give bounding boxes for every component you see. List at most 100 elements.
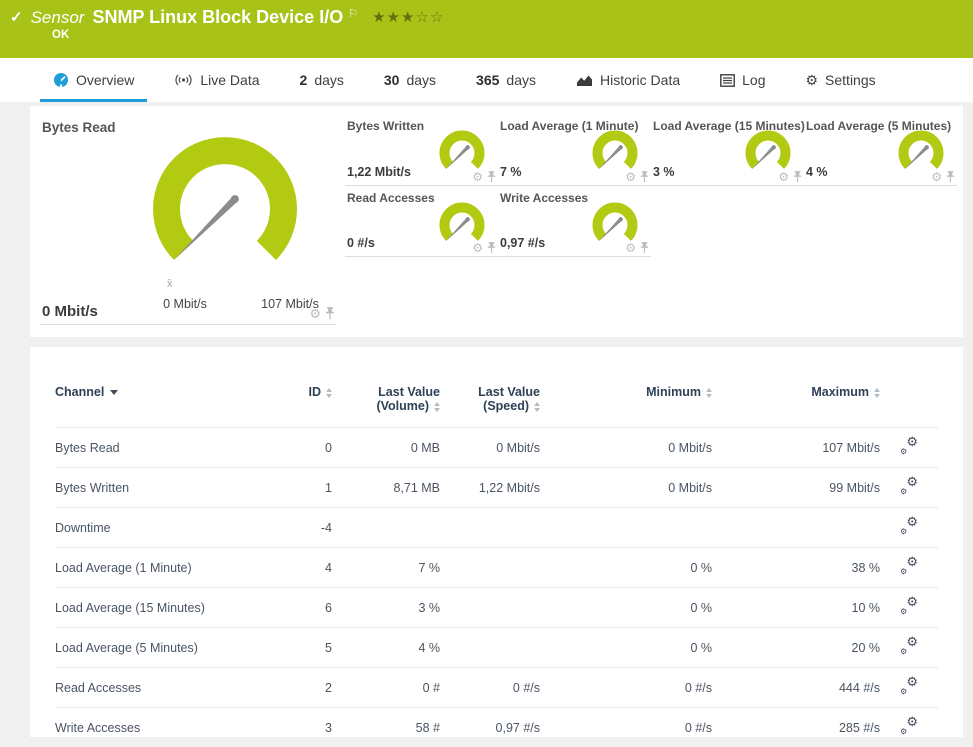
sort-icon bbox=[874, 388, 880, 398]
gauge-tile-load-average-1min[interactable]: Load Average (1 Minute) 7 % ⚙ bbox=[498, 114, 651, 186]
header-last-value-volume[interactable]: Last Value (Volume) bbox=[332, 377, 440, 428]
tile-gear-icon[interactable]: ⚙ bbox=[309, 307, 321, 320]
tile-gear-icon[interactable]: ⚙ bbox=[472, 171, 483, 183]
tab-2-days[interactable]: 2 days bbox=[287, 58, 357, 102]
cell-volume: 3 % bbox=[332, 588, 440, 628]
tile-pin-icon[interactable] bbox=[793, 171, 802, 183]
flag-icon[interactable]: ⚐ bbox=[348, 7, 358, 20]
cell-min: 0 % bbox=[540, 548, 712, 588]
priority-stars[interactable]: ★★★☆☆ bbox=[372, 8, 444, 26]
gauge-title: Load Average (15 Minutes) bbox=[653, 119, 805, 133]
tile-pin-icon[interactable] bbox=[640, 171, 649, 183]
cell-max: 285 #/s bbox=[712, 708, 880, 747]
table-row: Bytes Read 0 0 MB 0 Mbit/s 0 Mbit/s 107 … bbox=[55, 428, 938, 468]
cell-channel: Load Average (15 Minutes) bbox=[55, 588, 260, 628]
cell-channel: Downtime bbox=[55, 508, 260, 548]
cell-id: 1 bbox=[260, 468, 332, 508]
cell-speed bbox=[440, 588, 540, 628]
gauge-current-value: 0 Mbit/s bbox=[42, 303, 98, 320]
channel-settings-icon[interactable]: ⚙⚙ bbox=[900, 598, 918, 614]
tile-gear-icon[interactable]: ⚙ bbox=[931, 171, 942, 183]
channel-settings-icon[interactable]: ⚙⚙ bbox=[900, 558, 918, 574]
gauge-tile-read-accesses[interactable]: Read Accesses 0 #/s ⚙ bbox=[345, 186, 498, 257]
header-label: ID bbox=[309, 385, 322, 399]
cell-id: -4 bbox=[260, 508, 332, 548]
cell-id: 5 bbox=[260, 628, 332, 668]
cell-max: 38 % bbox=[712, 548, 880, 588]
tile-pin-icon[interactable] bbox=[946, 171, 955, 183]
sort-icon bbox=[434, 402, 440, 412]
cell-speed: 1,22 Mbit/s bbox=[440, 468, 540, 508]
channel-settings-icon[interactable]: ⚙⚙ bbox=[900, 638, 918, 654]
cell-speed: 0,97 #/s bbox=[440, 708, 540, 747]
small-gauge bbox=[583, 128, 647, 174]
gauge-current-value: 4 % bbox=[806, 165, 828, 179]
cell-speed bbox=[440, 628, 540, 668]
tab-label: days bbox=[406, 72, 436, 88]
gauge-title: Write Accesses bbox=[500, 191, 588, 205]
channel-settings-icon[interactable]: ⚙⚙ bbox=[900, 718, 918, 734]
tab-log[interactable]: Log bbox=[707, 58, 778, 102]
cell-min: 0 % bbox=[540, 588, 712, 628]
tab-365-days[interactable]: 365 days bbox=[463, 58, 549, 102]
cell-volume: 58 # bbox=[332, 708, 440, 747]
header-maximum[interactable]: Maximum bbox=[712, 377, 880, 428]
bytes-read-gauge: x̄ bbox=[125, 119, 325, 304]
cell-id: 6 bbox=[260, 588, 332, 628]
cell-channel: Write Accesses bbox=[55, 708, 260, 747]
cell-channel: Bytes Written bbox=[55, 468, 260, 508]
tab-overview[interactable]: Overview bbox=[40, 58, 147, 102]
channel-settings-icon[interactable]: ⚙⚙ bbox=[900, 478, 918, 494]
sensor-type-label: Sensor bbox=[31, 8, 85, 28]
channel-settings-icon[interactable]: ⚙⚙ bbox=[900, 518, 918, 534]
cell-speed bbox=[440, 508, 540, 548]
gauge-title: Read Accesses bbox=[347, 191, 435, 205]
header-minimum[interactable]: Minimum bbox=[540, 377, 712, 428]
gauge-scale-min: 0 Mbit/s bbox=[135, 297, 235, 311]
tile-gear-icon[interactable]: ⚙ bbox=[778, 171, 789, 183]
area-chart-icon bbox=[576, 74, 593, 87]
tab-live-data[interactable]: Live Data bbox=[161, 58, 272, 102]
gauge-title: Bytes Read bbox=[42, 120, 116, 135]
tab-settings[interactable]: ⚙ Settings bbox=[792, 58, 888, 102]
cell-min bbox=[540, 508, 712, 548]
channel-settings-icon[interactable]: ⚙⚙ bbox=[900, 438, 918, 454]
cell-volume bbox=[332, 508, 440, 548]
gauge-tile-write-accesses[interactable]: Write Accesses 0,97 #/s ⚙ bbox=[498, 186, 651, 257]
tile-pin-icon[interactable] bbox=[325, 307, 335, 320]
gauge-tile-load-average-5min[interactable]: Load Average (5 Minutes) 4 % ⚙ bbox=[804, 114, 957, 186]
sensor-status-bar: ✓ Sensor SNMP Linux Block Device I/O ⚐ ★… bbox=[0, 0, 973, 58]
gauge-tile-bytes-written[interactable]: Bytes Written 1,22 Mbit/s ⚙ bbox=[345, 114, 498, 186]
tile-gear-icon[interactable]: ⚙ bbox=[625, 171, 636, 183]
cell-id: 2 bbox=[260, 668, 332, 708]
tile-pin-icon[interactable] bbox=[487, 171, 496, 183]
tab-30-days[interactable]: 30 days bbox=[371, 58, 449, 102]
cell-id: 4 bbox=[260, 548, 332, 588]
cell-max: 444 #/s bbox=[712, 668, 880, 708]
header-actions bbox=[880, 377, 938, 428]
gauge-title: Load Average (5 Minutes) bbox=[806, 119, 951, 133]
gauge-tile-bytes-read[interactable]: Bytes Read x̄ 0 Mbit/s 107 Mbit/s 0 Mbit… bbox=[40, 114, 336, 325]
ok-check-icon: ✓ bbox=[10, 8, 23, 26]
broadcast-icon bbox=[174, 73, 193, 87]
gauge-current-value: 1,22 Mbit/s bbox=[347, 165, 411, 179]
channel-settings-icon[interactable]: ⚙⚙ bbox=[900, 678, 918, 694]
small-gauge bbox=[736, 128, 800, 174]
tile-pin-icon[interactable] bbox=[640, 242, 649, 254]
gauge-current-value: 0 #/s bbox=[347, 236, 375, 250]
header-label: Last Value bbox=[440, 385, 540, 399]
tab-label: days bbox=[314, 72, 344, 88]
header-channel[interactable]: Channel bbox=[55, 377, 260, 428]
header-id[interactable]: ID bbox=[260, 377, 332, 428]
header-label: (Volume) bbox=[376, 399, 429, 413]
tab-historic-data[interactable]: Historic Data bbox=[563, 58, 693, 102]
cell-channel: Load Average (5 Minutes) bbox=[55, 628, 260, 668]
tile-gear-icon[interactable]: ⚙ bbox=[472, 242, 483, 254]
cell-speed bbox=[440, 548, 540, 588]
header-last-value-speed[interactable]: Last Value (Speed) bbox=[440, 377, 540, 428]
tab-label: Log bbox=[742, 72, 765, 88]
gauge-tile-load-average-15min[interactable]: Load Average (15 Minutes) 3 % ⚙ bbox=[651, 114, 804, 186]
tile-pin-icon[interactable] bbox=[487, 242, 496, 254]
tile-gear-icon[interactable]: ⚙ bbox=[625, 242, 636, 254]
cell-max: 20 % bbox=[712, 628, 880, 668]
